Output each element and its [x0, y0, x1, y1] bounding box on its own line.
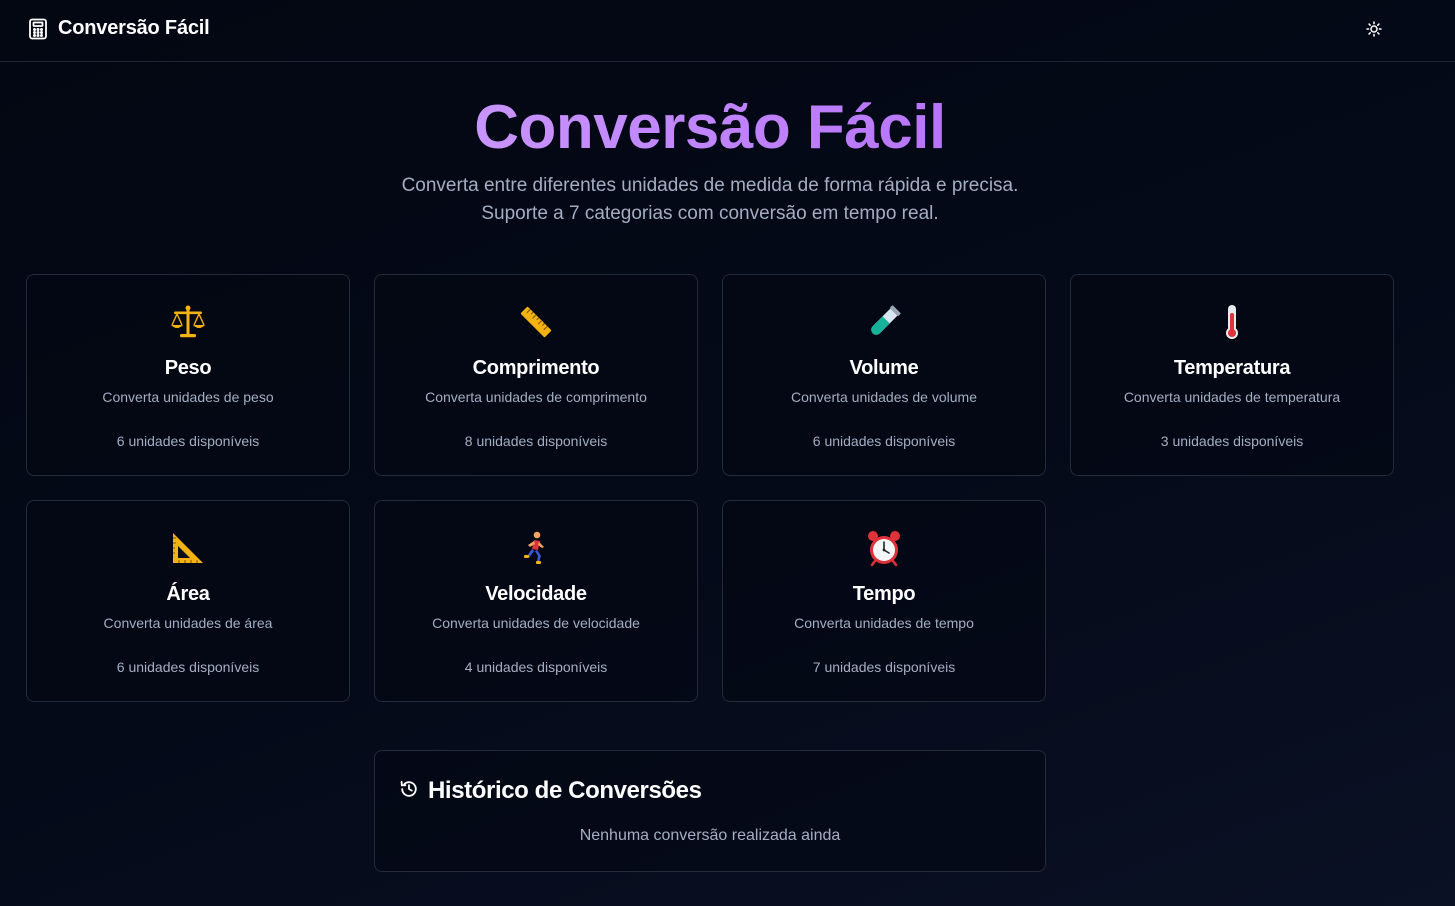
- category-units-count: 3 unidades disponíveis: [1160, 433, 1304, 449]
- category-title: Velocidade: [485, 583, 587, 605]
- category-description: Converta unidades de temperatura: [1123, 389, 1341, 405]
- category-card-tempo[interactable]: Tempo Converta unidades de tempo 7 unida…: [722, 500, 1046, 702]
- history-header: Histórico de Conversões: [399, 777, 702, 805]
- balance-scale-icon: [27, 301, 349, 343]
- category-description: Converta unidades de comprimento: [425, 389, 647, 405]
- history-panel: Histórico de Conversões Nenhuma conversã…: [374, 750, 1046, 872]
- category-description: Converta unidades de área: [103, 615, 273, 631]
- history-title: Histórico de Conversões: [428, 777, 702, 804]
- category-title: Volume: [849, 357, 919, 379]
- category-units-count: 6 unidades disponíveis: [116, 433, 260, 449]
- category-units-count: 7 unidades disponíveis: [812, 659, 956, 675]
- category-description: Converta unidades de tempo: [794, 615, 974, 631]
- category-title: Tempo: [852, 583, 916, 605]
- ruler-icon: [375, 301, 697, 343]
- runner-icon: [375, 527, 697, 569]
- category-description: Converta unidades de velocidade: [432, 615, 640, 631]
- category-card-peso[interactable]: Peso Converta unidades de peso 6 unidade…: [26, 274, 350, 476]
- category-units-count: 4 unidades disponíveis: [464, 659, 608, 675]
- category-title: Temperatura: [1173, 357, 1291, 379]
- category-title: Comprimento: [472, 357, 600, 379]
- category-description: Converta unidades de peso: [102, 389, 274, 405]
- category-title: Peso: [164, 357, 212, 379]
- history-empty-message: Nenhuma conversão realizada ainda: [579, 827, 841, 844]
- category-units-count: 8 unidades disponíveis: [464, 433, 608, 449]
- top-navbar: Conversão Fácil: [0, 0, 1455, 62]
- hero-subtitle-line-1: Converta entre diferentes unidades de me…: [401, 175, 1019, 196]
- category-description: Converta unidades de volume: [790, 389, 977, 405]
- calculator-icon: [28, 18, 48, 40]
- category-title: Área: [166, 583, 210, 605]
- test-tube-icon: [723, 301, 1045, 343]
- category-card-velocidade[interactable]: Velocidade Converta unidades de velocida…: [374, 500, 698, 702]
- triangular-ruler-icon: [27, 527, 349, 569]
- category-card-comprimento[interactable]: Comprimento Converta unidades de comprim…: [374, 274, 698, 476]
- brand[interactable]: Conversão Fácil: [28, 17, 210, 40]
- history-icon: [399, 779, 419, 804]
- thermometer-icon: [1071, 301, 1393, 343]
- theme-toggle-button[interactable]: [1360, 16, 1388, 44]
- brand-name: Conversão Fácil: [58, 17, 210, 39]
- sun-icon: [1366, 20, 1382, 40]
- category-units-count: 6 unidades disponíveis: [116, 659, 260, 675]
- alarm-clock-icon: [723, 527, 1045, 569]
- hero-title: Conversão Fácil: [0, 92, 1420, 163]
- hero-subtitle: Converta entre diferentes unidades de me…: [0, 172, 1420, 228]
- hero-subtitle-line-2: Suporte a 7 categorias com conversão em …: [481, 203, 939, 224]
- category-card-area[interactable]: Área Converta unidades de área 6 unidade…: [26, 500, 350, 702]
- category-card-temperatura[interactable]: Temperatura Converta unidades de tempera…: [1070, 274, 1394, 476]
- category-units-count: 6 unidades disponíveis: [812, 433, 956, 449]
- category-card-volume[interactable]: Volume Converta unidades de volume 6 uni…: [722, 274, 1046, 476]
